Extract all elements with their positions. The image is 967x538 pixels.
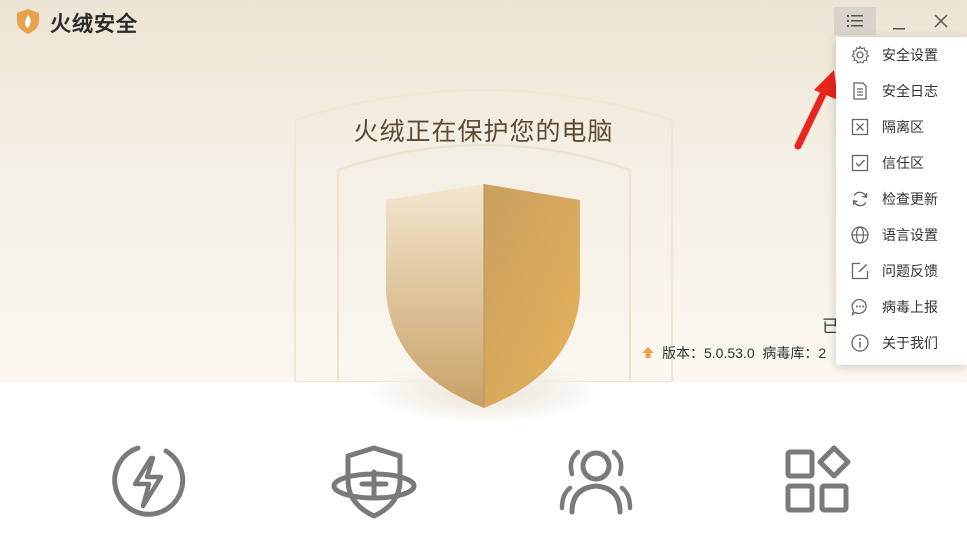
- menu-item-label: 关于我们: [882, 335, 938, 351]
- app-title: 火绒安全: [50, 13, 138, 36]
- menu-item-security-settings[interactable]: 安全设置: [836, 37, 967, 73]
- feature-toolbox-button[interactable]: [780, 442, 860, 522]
- shield-plus-icon: [331, 445, 417, 519]
- list-menu-icon: [847, 15, 863, 27]
- menu-item-quarantine[interactable]: 隔离区: [836, 109, 967, 145]
- users-icon: [559, 449, 633, 515]
- upgrade-icon: [642, 347, 654, 358]
- menu-item-label: 隔离区: [882, 119, 924, 135]
- menu-item-check-update[interactable]: 检查更新: [836, 181, 967, 217]
- menu-item-label: 病毒上报: [882, 299, 938, 315]
- lightning-circle-icon: [112, 445, 186, 517]
- feature-protection-button[interactable]: [330, 442, 418, 522]
- edit-icon: [851, 262, 869, 280]
- menu-item-label: 安全设置: [882, 47, 938, 63]
- settings-dropdown-menu: 安全设置 安全日志 隔离区 信任区 检查更新 语言设置 问题反馈 病毒上报 关于…: [836, 37, 967, 365]
- protection-shield-icon: [386, 184, 580, 408]
- menu-item-language[interactable]: 语言设置: [836, 217, 967, 253]
- quarantine-box-icon: [851, 118, 869, 136]
- menu-item-virus-report[interactable]: 病毒上报: [836, 289, 967, 325]
- document-icon: [853, 82, 867, 100]
- menu-item-label: 检查更新: [882, 191, 938, 207]
- menu-item-security-log[interactable]: 安全日志: [836, 73, 967, 109]
- info-icon: [851, 334, 869, 352]
- virus-db-text: 病毒库：2: [762, 345, 827, 361]
- menu-item-label: 语言设置: [882, 227, 938, 243]
- gear-icon: [851, 45, 870, 64]
- version-info: 版本：5.0.53.0 病毒库：2: [640, 343, 838, 363]
- menu-item-about[interactable]: 关于我们: [836, 325, 967, 361]
- feature-family-button[interactable]: [556, 442, 636, 522]
- chat-bubble-icon: [851, 298, 867, 317]
- annotation-arrow: [794, 70, 838, 150]
- close-icon: [934, 14, 948, 28]
- apps-grid-icon: [785, 445, 851, 513]
- check-box-icon: [851, 154, 869, 172]
- minimize-button[interactable]: [878, 7, 920, 35]
- menu-item-trust-zone[interactable]: 信任区: [836, 145, 967, 181]
- menu-item-label: 安全日志: [882, 83, 938, 99]
- globe-icon: [851, 226, 869, 244]
- menu-button[interactable]: [834, 7, 876, 35]
- refresh-icon: [852, 191, 868, 207]
- version-text: 版本：5.0.53.0: [662, 345, 755, 361]
- menu-item-label: 信任区: [882, 155, 924, 171]
- minimize-icon: [893, 28, 905, 30]
- menu-item-feedback[interactable]: 问题反馈: [836, 253, 967, 289]
- close-button[interactable]: [920, 7, 962, 35]
- feature-speedup-button[interactable]: [108, 442, 188, 522]
- menu-item-label: 问题反馈: [882, 263, 938, 279]
- flame-logo-icon: [17, 9, 39, 34]
